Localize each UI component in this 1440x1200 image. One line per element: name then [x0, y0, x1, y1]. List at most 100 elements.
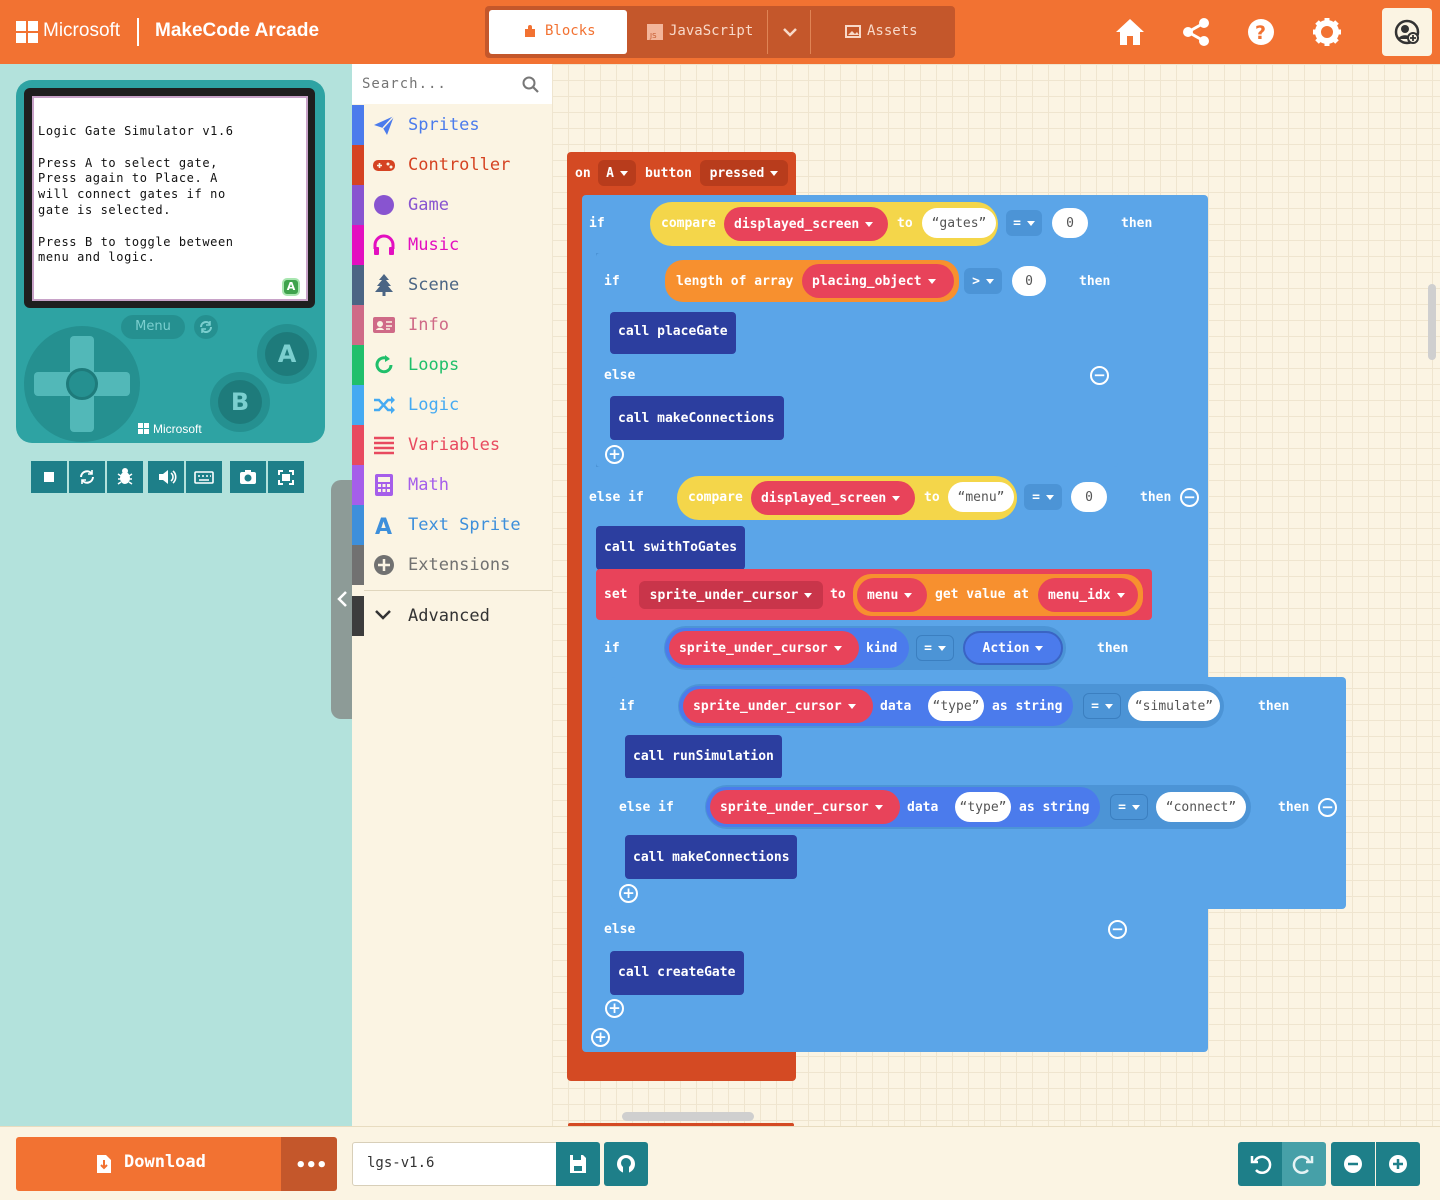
undo-button[interactable]: [1238, 1142, 1282, 1186]
dpad[interactable]: [24, 326, 140, 442]
debug-icon: [117, 468, 133, 485]
kind-action-enum[interactable]: Action: [963, 631, 1063, 665]
add-else-plus-icon[interactable]: +: [605, 999, 624, 1018]
tab-blocks[interactable]: Blocks: [489, 10, 627, 54]
gt-operator-dropdown[interactable]: >: [964, 268, 1002, 294]
save-button[interactable]: [556, 1142, 600, 1186]
variable-sprite-under-cursor[interactable]: sprite_under_cursor: [710, 790, 900, 824]
category-info[interactable]: Info: [352, 305, 552, 345]
to-label: to: [924, 490, 940, 505]
remove-else-minus-icon[interactable]: −: [1108, 920, 1127, 939]
home-icon[interactable]: [1112, 14, 1148, 50]
product-name[interactable]: MakeCode Arcade: [155, 20, 319, 42]
share-icon[interactable]: [1178, 14, 1214, 50]
button-dropdown[interactable]: A: [598, 160, 636, 186]
variable-sprite-under-cursor[interactable]: sprite_under_cursor: [669, 631, 859, 665]
category-game[interactable]: Game: [352, 185, 552, 225]
tab-assets[interactable]: Assets: [811, 10, 951, 54]
github-button[interactable]: [604, 1142, 648, 1186]
operator-value: =: [1091, 698, 1099, 714]
fullscreen-button[interactable]: [268, 461, 304, 493]
add-else-plus-icon[interactable]: +: [591, 1028, 610, 1047]
project-name-field[interactable]: lgs-v1.6: [352, 1142, 558, 1186]
eq-operator-dropdown[interactable]: =: [1110, 794, 1148, 820]
button-a[interactable]: A: [257, 324, 317, 384]
if-label: if: [604, 641, 620, 656]
menu-button[interactable]: Menu: [121, 315, 185, 339]
call-makeconnections-label: call makeConnections: [618, 411, 775, 426]
category-extensions[interactable]: Extensions: [352, 545, 552, 585]
add-else-plus-icon[interactable]: +: [619, 884, 638, 903]
category-math[interactable]: Math: [352, 465, 552, 505]
category-variables[interactable]: Variables: [352, 425, 552, 465]
button-b[interactable]: B: [210, 372, 270, 432]
string-simulate[interactable]: “simulate”: [1128, 691, 1220, 721]
download-more-button[interactable]: •••: [281, 1137, 337, 1191]
string-type[interactable]: “type”: [928, 691, 984, 721]
event-dropdown[interactable]: pressed: [700, 160, 788, 186]
variable-placing-object[interactable]: placing_object: [802, 264, 954, 298]
category-advanced[interactable]: Advanced: [352, 596, 552, 636]
category-controller[interactable]: Controller: [352, 145, 552, 185]
account-button[interactable]: [1382, 8, 1432, 56]
help-icon[interactable]: ?: [1243, 14, 1279, 50]
string-connect[interactable]: “connect”: [1156, 792, 1246, 822]
screen-line: Logic Gate Simulator v1.6: [38, 124, 234, 138]
game-screen[interactable]: Logic Gate Simulator v1.6 Press A to sel…: [32, 96, 308, 301]
restart-icon: [80, 470, 94, 484]
zoom-out-button[interactable]: [1331, 1142, 1375, 1186]
blocks-workspace[interactable]: on A button pressed if compare displayed…: [552, 64, 1440, 1126]
number-zero[interactable]: 0: [1052, 208, 1088, 238]
add-else-plus-icon[interactable]: +: [605, 445, 624, 464]
eq-operator-dropdown[interactable]: =: [1083, 693, 1121, 719]
remove-else-if-minus-icon[interactable]: −: [1318, 798, 1337, 817]
category-scene[interactable]: Scene: [352, 265, 552, 305]
as-string-label: as string: [992, 699, 1063, 714]
category-color-bar: [352, 145, 364, 185]
eq-operator-dropdown[interactable]: =: [916, 635, 954, 661]
category-loops[interactable]: Loops: [352, 345, 552, 385]
compare-label: compare: [661, 216, 716, 231]
language-dropdown[interactable]: [767, 10, 811, 54]
zoom-in-button[interactable]: [1376, 1142, 1420, 1186]
search-input[interactable]: [362, 72, 512, 96]
variable-menu[interactable]: menu: [857, 578, 927, 612]
remove-else-minus-icon[interactable]: −: [1090, 366, 1109, 385]
variable-menu-idx[interactable]: menu_idx: [1038, 578, 1138, 612]
keyboard-button[interactable]: [186, 461, 222, 493]
settings-icon[interactable]: [1309, 14, 1345, 50]
sim-refresh-button[interactable]: [194, 315, 218, 339]
eq-operator-dropdown[interactable]: =: [1024, 484, 1062, 510]
debug-button[interactable]: [107, 461, 143, 493]
string-menu[interactable]: “menu”: [948, 482, 1014, 512]
eq-operator-dropdown[interactable]: =: [1006, 210, 1042, 236]
category-sprites[interactable]: Sprites: [352, 105, 552, 145]
screen-line: will connect gates if no: [38, 187, 226, 202]
toolbox-search[interactable]: [352, 64, 552, 104]
chevron-left-icon: [337, 591, 347, 607]
number-zero[interactable]: 0: [1012, 266, 1046, 296]
category-logic[interactable]: Logic: [352, 385, 552, 425]
redo-button[interactable]: [1282, 1142, 1326, 1186]
number-zero[interactable]: 0: [1071, 482, 1107, 512]
tree-icon: [372, 273, 396, 297]
tab-javascript[interactable]: JS JavaScript: [631, 10, 767, 54]
remove-else-if-minus-icon[interactable]: −: [1180, 488, 1199, 507]
string-gates[interactable]: “gates”: [922, 208, 996, 238]
if-label: if: [619, 699, 635, 714]
variable-displayed-screen[interactable]: displayed_screen: [724, 207, 888, 241]
screenshot-button[interactable]: [230, 461, 266, 493]
download-button[interactable]: Download: [16, 1137, 281, 1191]
workspace-scrollbar-vertical[interactable]: [1428, 284, 1436, 360]
variable-displayed-screen[interactable]: displayed_screen: [751, 481, 915, 515]
sound-button[interactable]: [148, 461, 184, 493]
variable-sprite-under-cursor-dropdown[interactable]: sprite_under_cursor: [639, 581, 823, 609]
category-music[interactable]: Music: [352, 225, 552, 265]
category-text-sprite[interactable]: A Text Sprite: [352, 505, 552, 545]
string-type[interactable]: “type”: [955, 792, 1011, 822]
stop-button[interactable]: [31, 461, 67, 493]
workspace-scrollbar-horizontal[interactable]: [622, 1112, 754, 1121]
collapse-simulator-handle[interactable]: [331, 480, 352, 719]
restart-button[interactable]: [69, 461, 105, 493]
variable-sprite-under-cursor[interactable]: sprite_under_cursor: [683, 689, 873, 723]
